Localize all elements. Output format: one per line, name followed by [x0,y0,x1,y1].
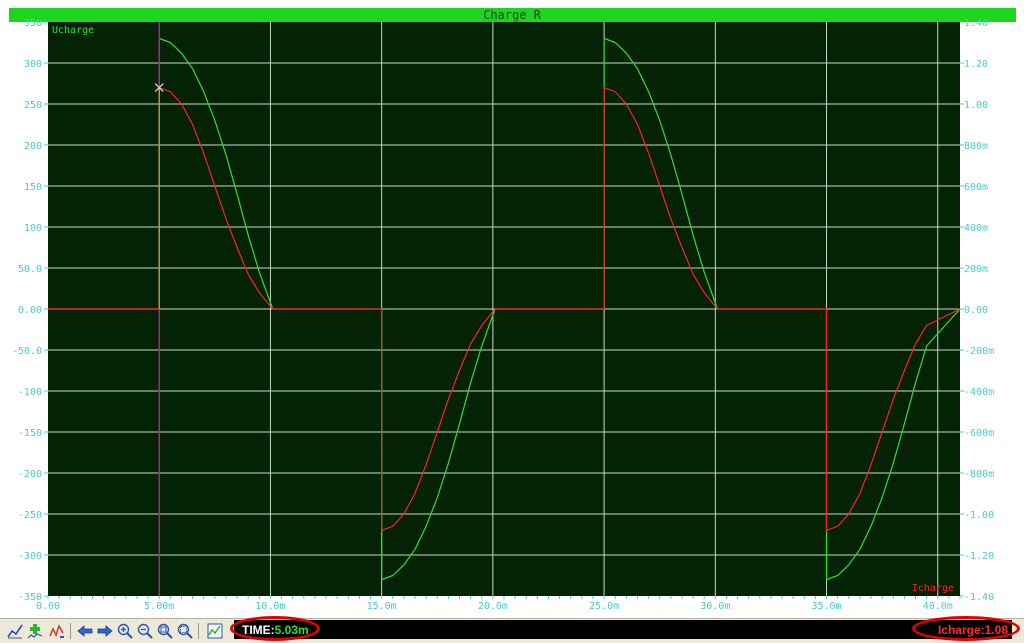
y-right-tick-label: 1.40 [964,18,988,29]
toolbar-separator [198,623,199,639]
y-left-tick-label: 0.00 [18,305,42,316]
y-right-tick-label: 0.00 [964,305,988,316]
y-left-tick-label: -150 [18,428,42,439]
y-left-tick-label: -250 [18,510,42,521]
series-label-ucharge[interactable]: Ucharge [52,25,94,36]
y-right-tick-label: -1.20 [964,551,994,562]
toolbar-separator [70,623,71,639]
zoom-out-icon[interactable] [136,622,154,640]
y-left-tick-label: 100 [24,223,42,234]
time-readout: TIME:5.03m [242,623,309,637]
zoom-area-icon[interactable] [176,622,194,640]
y-left-tick-label: -100 [18,387,42,398]
y-left-tick-label: 50.0 [18,264,42,275]
status-bar: TIME:5.03m Icharge:1.08 [234,620,1012,639]
probe-readout: Icharge:1.08 [937,623,1008,637]
y-right-tick-label: 600m [964,182,988,193]
y-left-tick-label: -300 [18,551,42,562]
x-tick-label: 20.0m [478,601,508,612]
y-right-tick-label: 1.00 [964,100,988,111]
series-label-icharge[interactable]: Icharge [912,583,954,594]
y-right-tick-label: -1.40 [964,592,994,603]
graph-panel[interactable]: Charge R 350 300 250 200 150 100 50.0 0.00 -50.0… [0,0,1024,618]
y-right-tick-label: 1.20 [964,59,988,70]
x-tick-label: 5.00m [144,601,174,612]
y-left-tick-label: -200 [18,469,42,480]
y-left-tick-label: 350 [24,18,42,29]
y-right-tick-label: -200m [964,346,994,357]
y-left-tick-label: 250 [24,100,42,111]
y-right-tick-label: -600m [964,428,994,439]
y-left-tick-label: 300 [24,59,42,70]
y-left-tick-label: -50.0 [12,346,42,357]
y-left-tick-label: 150 [24,182,42,193]
simulate-icon[interactable] [48,622,66,640]
y-right-tick-label: -800m [964,469,994,480]
zoom-full-icon[interactable] [156,622,174,640]
zoom-in-icon[interactable] [116,622,134,640]
x-tick-label: 30.0m [700,601,730,612]
chart-title: Charge R [483,8,542,22]
add-trace-icon[interactable] [26,622,44,640]
y-right-tick-label: 800m [964,141,988,152]
x-tick-label: 25.0m [589,601,619,612]
x-tick-label: 15.0m [367,601,397,612]
x-tick-label: 10.0m [255,601,285,612]
y-right-tick-label: -400m [964,387,994,398]
graph-icon[interactable] [6,622,24,640]
time-label: TIME: [242,623,275,637]
x-tick-label: 35.0m [811,601,841,612]
time-value: 5.03m [274,623,309,637]
y-right-tick-label: 200m [964,264,988,275]
y-right-tick-label: 400m [964,223,988,234]
x-tick-label: 40.0m [923,601,953,612]
arrow-left-icon[interactable] [76,622,94,640]
x-tick-label: 0.00 [36,601,60,612]
y-right-tick-label: -1.00 [964,510,994,521]
y-left-tick-label: 200 [24,141,42,152]
graph-settings-icon[interactable] [206,622,224,640]
arrow-right-icon[interactable] [96,622,114,640]
